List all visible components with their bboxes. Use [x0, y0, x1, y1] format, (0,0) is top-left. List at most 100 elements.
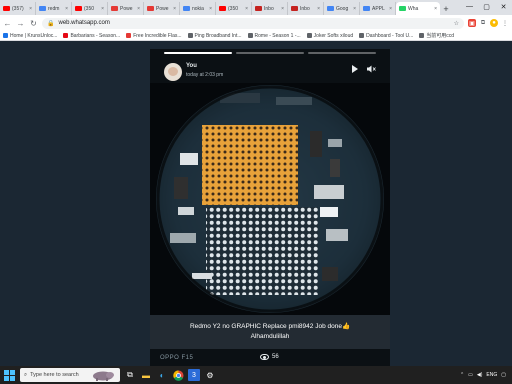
file-explorer-icon[interactable]: ▬ [140, 369, 152, 381]
windows-start-icon[interactable] [2, 368, 16, 382]
browser-tab[interactable]: Inbo × [288, 2, 324, 15]
taskbar: ⌕ Type here to search ⧉ ▬ ◐ 3 ⚙ ⌃ ▭ ◀) E… [0, 366, 512, 384]
tab-label: Inbo [264, 5, 274, 12]
browser-tab[interactable]: Goog × [324, 2, 360, 15]
tab-favicon-icon [219, 6, 226, 11]
status-sender: You [186, 63, 197, 69]
tab-label: (357) [12, 5, 24, 12]
tab-favicon-icon [399, 6, 406, 11]
tab-favicon-icon [39, 6, 46, 11]
status-caption: Redmo Y2 no GRAPHIC Replace pmi8942 Job … [150, 315, 390, 349]
search-icon: ⌕ [24, 371, 28, 378]
bookmark-item[interactable]: Dashboard - Tool U... [359, 33, 413, 39]
caption-line-2: Alhamdulillah [250, 333, 290, 340]
forward-icon[interactable]: → [16, 17, 25, 29]
tab-close-icon[interactable]: × [389, 6, 392, 12]
browser-tab[interactable]: (357) × [0, 2, 36, 15]
bookmark-item[interactable]: Free Incredible Flas... [126, 33, 182, 39]
tab-close-icon[interactable]: × [173, 6, 176, 12]
status-time: today at 2:03 pm [186, 72, 224, 78]
bookmark-favicon-icon [187, 33, 193, 38]
status-progress [164, 52, 376, 54]
bookmark-star-icon[interactable]: ☆ [454, 20, 459, 27]
puzzle-icon[interactable]: ⧉ [479, 19, 487, 27]
bookmark-label: Joker Softs xiloud [313, 32, 354, 39]
menu-dots-icon[interactable]: ⋮ [501, 19, 509, 27]
tab-close-icon[interactable]: × [209, 6, 212, 12]
views-count[interactable]: 56 [260, 354, 279, 360]
edge-icon[interactable]: ◐ [156, 369, 168, 381]
browser-tab[interactable]: Wha × [396, 2, 440, 15]
tab-strip: (357) × redm × (350 × Powe × Powe × nokia × (350 × Inb… [0, 0, 512, 15]
tab-close-icon[interactable]: × [434, 6, 437, 12]
app-icon[interactable]: 3 [188, 369, 200, 381]
lock-icon: 🔒 [47, 20, 55, 27]
language-indicator[interactable]: ENG [486, 372, 497, 378]
browser-tab[interactable]: (350 × [216, 2, 252, 15]
tab-close-icon[interactable]: × [137, 6, 140, 12]
eye-icon [260, 354, 269, 360]
tab-favicon-icon [327, 6, 334, 11]
tab-label: Inbo [300, 5, 310, 12]
browser-tab[interactable]: Inbo × [252, 2, 288, 15]
tab-favicon-icon [3, 6, 10, 11]
volume-icon[interactable]: ◀) [477, 372, 483, 378]
tab-label: nokia [192, 5, 204, 12]
photo-watermark: OPPO F15 [160, 355, 194, 361]
reload-icon[interactable]: ↻ [29, 17, 38, 29]
tab-close-icon[interactable]: × [281, 6, 284, 12]
tab-favicon-icon [363, 6, 370, 11]
bookmark-item[interactable]: Joker Softs xiloud [306, 32, 354, 39]
tab-label: (350 [228, 5, 239, 12]
bookmark-item[interactable]: Ping Broadband Int... [187, 33, 242, 39]
address-text: web.whatsapp.com [58, 20, 110, 26]
bookmark-label: Rome - Season 1 -... [254, 32, 301, 39]
chevron-up-icon[interactable]: ⌃ [460, 372, 464, 378]
browser-tab[interactable]: nokia × [180, 2, 216, 15]
tab-label: redm [48, 5, 60, 12]
chrome-icon[interactable] [172, 369, 184, 381]
tab-close-icon[interactable]: × [317, 6, 320, 12]
bookmark-item[interactable]: 当前可用ccd [419, 32, 454, 39]
address-bar[interactable]: 🔒 web.whatsapp.com ☆ [42, 17, 464, 29]
notification-icon[interactable]: ▢ [501, 372, 506, 378]
browser-tab[interactable]: Powe × [144, 2, 180, 15]
back-icon[interactable]: ← [3, 17, 12, 29]
play-icon[interactable] [352, 65, 358, 73]
network-icon[interactable]: ▭ [468, 372, 473, 378]
task-view-icon[interactable]: ⧉ [124, 369, 136, 381]
close-button[interactable]: ✕ [495, 0, 512, 13]
tab-favicon-icon [75, 6, 82, 11]
maximize-button[interactable]: ▢ [478, 0, 495, 13]
bookmark-item[interactable]: Barbarians - Season... [63, 33, 120, 39]
tab-close-icon[interactable]: × [245, 6, 248, 12]
browser-tab[interactable]: APPL × [360, 2, 396, 15]
tab-close-icon[interactable]: × [101, 6, 104, 12]
tab-close-icon[interactable]: × [353, 6, 356, 12]
browser-tab[interactable]: redm × [36, 2, 72, 15]
bookmark-label: Dashboard - Tool U... [366, 32, 414, 39]
tab-close-icon[interactable]: × [65, 6, 68, 12]
settings-gear-icon[interactable]: ⚙ [204, 369, 216, 381]
new-tab-button[interactable]: + [440, 2, 452, 15]
tab-label: (350 [84, 5, 95, 12]
tab-label: Goog [336, 5, 349, 12]
browser-toolbar: ← → ↻ 🔒 web.whatsapp.com ☆ ▣ ⧉ ● ⋮ [0, 15, 512, 31]
mute-icon[interactable] [366, 64, 376, 74]
tab-label: Powe [120, 5, 133, 12]
bookmark-favicon-icon [306, 33, 312, 38]
bookmark-item[interactable]: Rome - Season 1 -... [247, 32, 301, 39]
taskbar-search[interactable]: ⌕ Type here to search [20, 368, 120, 382]
bookmark-label: 当前可用ccd [426, 33, 455, 39]
browser-tab[interactable]: (350 × [72, 2, 108, 15]
bookmark-favicon-icon [247, 33, 253, 38]
extension-icon[interactable]: ▣ [468, 19, 476, 27]
bookmark-item[interactable]: Home | KrunsUnloc... [3, 33, 57, 39]
tab-close-icon[interactable]: × [29, 6, 32, 12]
browser-tab[interactable]: Powe × [108, 2, 144, 15]
tab-label: APPL [372, 5, 385, 12]
minimize-button[interactable]: — [461, 0, 478, 13]
profile-avatar-icon[interactable]: ● [490, 19, 498, 27]
avatar[interactable] [164, 63, 182, 81]
tab-favicon-icon [147, 6, 154, 11]
